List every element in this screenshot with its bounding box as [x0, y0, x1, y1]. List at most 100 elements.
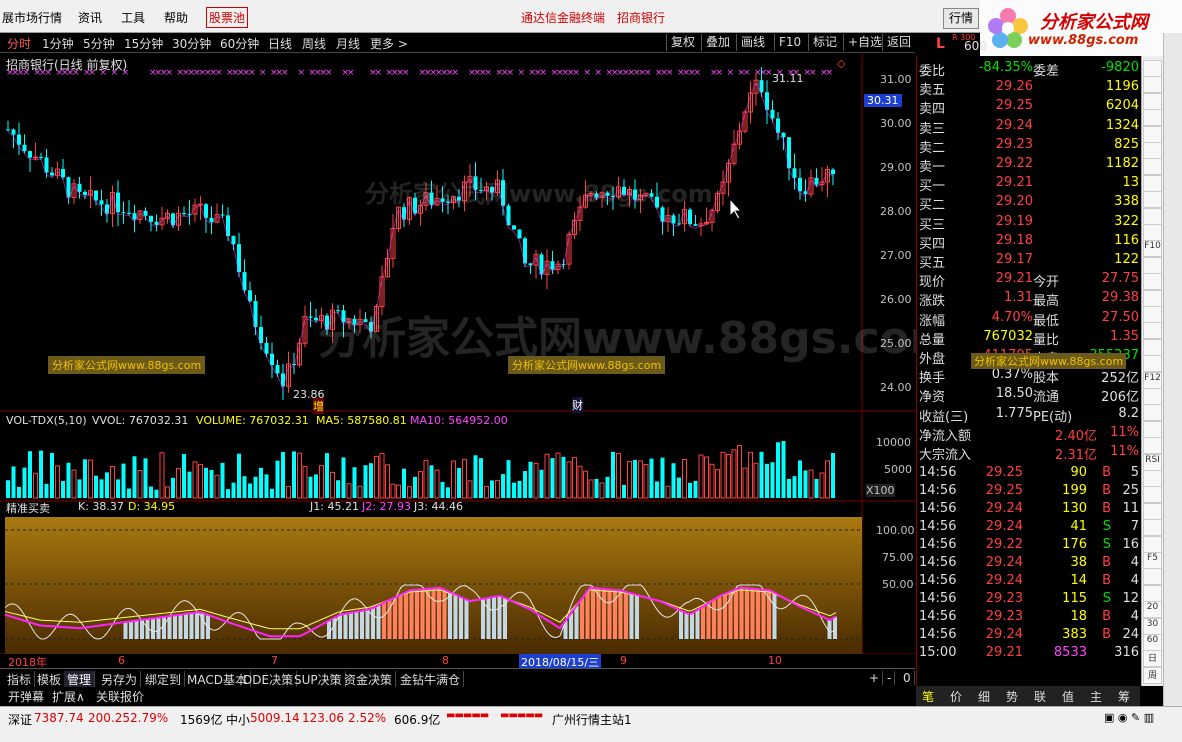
quote-button[interactable]: 行情 — [943, 8, 979, 29]
side-tool-button[interactable] — [1143, 109, 1162, 127]
side-tool-button[interactable] — [1143, 404, 1162, 422]
right-tab[interactable]: 细 — [978, 688, 990, 705]
quote-cell: 4.70% — [991, 309, 1033, 325]
side-tool-button[interactable]: 20 — [1143, 601, 1162, 619]
side-tool-button[interactable] — [1143, 322, 1162, 340]
side-tool-button[interactable] — [1143, 207, 1162, 225]
side-tool-button[interactable] — [1143, 437, 1162, 455]
add-favorite-button[interactable]: +自选 — [843, 34, 886, 51]
side-tool-button[interactable] — [1143, 191, 1162, 209]
period-more[interactable]: 更多 > — [370, 35, 408, 52]
tab-bind[interactable]: 绑定到 — [142, 671, 186, 688]
side-tool-button[interactable] — [1143, 502, 1162, 520]
period-5min[interactable]: 5分钟 — [83, 35, 115, 52]
right-tab[interactable]: 联 — [1034, 688, 1046, 705]
volume-bar — [127, 488, 131, 498]
chart-diamond-icon[interactable]: ◇ — [837, 57, 845, 70]
tab-template[interactable]: 模板 — [34, 671, 66, 688]
side-tool-button[interactable]: 30 — [1143, 617, 1162, 635]
period-60min[interactable]: 60分钟 — [220, 35, 259, 52]
side-tool-button[interactable] — [1143, 535, 1162, 553]
side-tool-button[interactable]: F12 — [1143, 371, 1162, 389]
tab-manage[interactable]: 管理 — [64, 671, 96, 688]
draw-line-button[interactable]: 画线 — [736, 34, 769, 51]
side-tool-button[interactable]: RSI — [1143, 453, 1162, 471]
side-tool-button[interactable] — [1143, 60, 1162, 77]
marker-finance[interactable]: 财 — [572, 397, 583, 413]
back-button[interactable]: 返回 — [882, 34, 915, 51]
candle-body — [143, 210, 148, 216]
right-tab[interactable]: 值 — [1062, 688, 1074, 705]
zoom-reset-button[interactable]: 0 — [900, 671, 915, 685]
period-15min[interactable]: 15分钟 — [124, 35, 163, 52]
side-tool-button[interactable] — [1143, 125, 1162, 143]
status-sz-label[interactable]: 深证 — [8, 711, 32, 728]
zoom-in-button[interactable]: + — [866, 671, 884, 685]
period-30min[interactable]: 30分钟 — [172, 35, 211, 52]
side-tool-button[interactable] — [1143, 470, 1162, 487]
period-week[interactable]: 周线 — [302, 35, 326, 52]
side-tool-button[interactable] — [1143, 306, 1162, 323]
marker-increase[interactable]: 增 — [313, 398, 324, 414]
side-tool-button[interactable] — [1143, 158, 1162, 176]
side-tool-button[interactable]: 周 — [1143, 666, 1162, 684]
right-tab[interactable]: 价 — [950, 688, 962, 705]
side-tool-button[interactable]: F10 — [1143, 240, 1162, 258]
f10-button[interactable]: F10 — [774, 34, 805, 51]
vol-indicator-name[interactable]: VOL-TDX(5,10) — [6, 414, 87, 427]
right-tab[interactable]: 筹 — [1118, 688, 1130, 705]
side-tool-button[interactable] — [1143, 338, 1162, 356]
period-day[interactable]: 日线 — [268, 35, 292, 52]
status-icons[interactable]: ▣ ◉ ✎ ▥ — [1104, 711, 1154, 724]
tab-sup[interactable]: SUP决策 — [291, 671, 346, 688]
menu-tools[interactable]: 工具 — [121, 9, 145, 26]
volume-bar — [655, 481, 659, 498]
side-tool-button[interactable] — [1143, 519, 1162, 537]
tab-save-as[interactable]: 另存为 — [98, 671, 142, 688]
quote-row: 涨幅 4.70% 最低 27.50 — [917, 310, 1141, 329]
side-tool-button[interactable] — [1143, 92, 1162, 110]
overlay-button[interactable]: 叠加 — [701, 34, 734, 51]
tab-dde[interactable]: DDE决策 — [240, 671, 298, 688]
side-tool-button[interactable] — [1143, 568, 1162, 586]
menu-stock-pool[interactable]: 股票池 — [206, 7, 249, 28]
side-tool-button[interactable] — [1143, 355, 1162, 373]
restore-rights-button[interactable]: 复权 — [666, 34, 699, 51]
side-tool-button[interactable] — [1143, 142, 1162, 159]
period-month[interactable]: 月线 — [336, 35, 360, 52]
side-tool-button[interactable] — [1143, 256, 1162, 274]
side-tool-button[interactable] — [1143, 584, 1162, 602]
side-tool-button[interactable] — [1143, 224, 1162, 241]
expand-button[interactable]: 扩展∧ — [52, 688, 85, 705]
bullet-comments-button[interactable]: 开弹幕 — [8, 688, 44, 705]
right-tab[interactable]: 主 — [1090, 688, 1102, 705]
menu-news[interactable]: 资讯 — [78, 9, 102, 26]
side-tool-button[interactable]: F5 — [1143, 552, 1162, 569]
ind-name[interactable]: 精准买卖 — [6, 500, 50, 516]
zoom-out-button[interactable]: - — [884, 671, 896, 685]
side-tool-button[interactable] — [1143, 174, 1162, 192]
tab-fund[interactable]: 资金决策 — [341, 671, 397, 688]
side-tool-button[interactable]: 日 — [1143, 650, 1162, 668]
mark-button[interactable]: 标记 — [808, 34, 841, 51]
tab-diamond[interactable]: 金钻牛满仓 — [397, 671, 465, 688]
volume-bar — [787, 479, 791, 498]
side-tool-button[interactable] — [1143, 420, 1162, 438]
menu-market[interactable]: 展市场行情 — [2, 9, 62, 26]
volume-bar — [149, 486, 153, 498]
status-zx-label[interactable]: 中小 — [226, 711, 250, 728]
period-1min[interactable]: 1分钟 — [42, 35, 74, 52]
related-quote-button[interactable]: 关联报价 — [96, 688, 144, 705]
side-tool-button[interactable] — [1143, 388, 1162, 405]
side-tool-button[interactable] — [1143, 273, 1162, 291]
side-tool-button[interactable]: 60 — [1143, 634, 1162, 651]
period-intraday[interactable]: 分时 — [7, 35, 31, 52]
right-tab[interactable]: 笔 — [922, 688, 934, 705]
right-tab[interactable]: 势 — [1006, 688, 1018, 705]
window-scrollbar[interactable] — [1163, 33, 1182, 742]
side-tool-button[interactable] — [1143, 486, 1162, 504]
side-tool-button[interactable] — [1143, 289, 1162, 307]
tab-indicator[interactable]: 指标 — [4, 671, 36, 688]
menu-help[interactable]: 帮助 — [164, 9, 188, 26]
side-tool-button[interactable] — [1143, 76, 1162, 94]
